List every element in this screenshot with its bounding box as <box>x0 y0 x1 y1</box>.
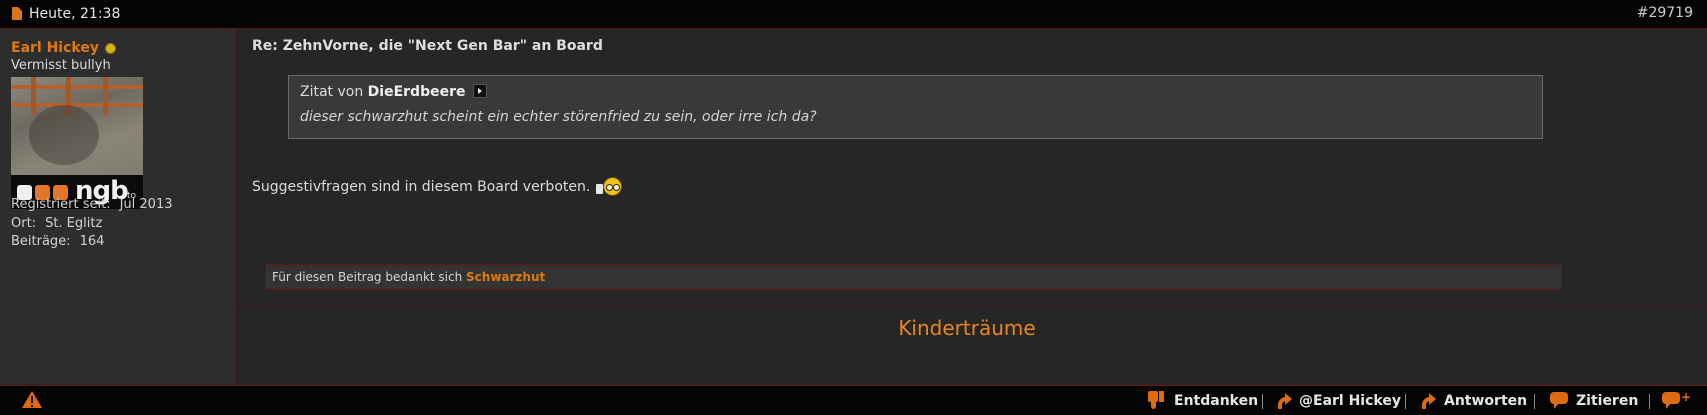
view-post-arrow-icon[interactable] <box>472 84 487 98</box>
action-separator <box>1649 394 1650 409</box>
action-separator <box>1534 394 1535 409</box>
author-sidebar: Earl Hickey Vermisst bullyh ngb to Regis… <box>0 29 237 384</box>
mention-author-button[interactable]: @Earl Hickey <box>1276 391 1401 411</box>
quote-prefix: Zitat von <box>300 84 364 100</box>
unthank-label: Entdanken <box>1174 393 1259 409</box>
thanks-text: Für diesen Beitrag bedankt sich Schwarzh… <box>272 270 546 284</box>
quote-button[interactable]: Zitieren <box>1550 391 1646 411</box>
reply-arrow-icon <box>1276 393 1292 409</box>
post-content: Re: ZehnVorne, die "Next Gen Bar" an Boa… <box>237 29 1707 384</box>
author-title: Vermisst bullyh <box>11 58 111 73</box>
action-separator <box>1262 394 1263 409</box>
multiquote-button[interactable]: + <box>1662 391 1694 411</box>
info-location: Ort: St. Eglitz <box>11 216 103 231</box>
reply-button[interactable]: Antworten <box>1420 391 1530 411</box>
post-title: Re: ZehnVorne, die "Next Gen Bar" an Boa… <box>252 38 603 54</box>
quote-header: Zitat von DieErdbeere <box>300 84 487 100</box>
quote-text: dieser schwarzhut scheint ein echter stö… <box>300 109 817 125</box>
document-icon <box>12 7 22 20</box>
quote-box: Zitat von DieErdbeere dieser schwarzhut … <box>288 75 1543 139</box>
mention-label: @Earl Hickey <box>1299 393 1401 409</box>
avatar[interactable]: ngb to <box>11 77 143 209</box>
unthank-button[interactable]: Entdanken <box>1148 391 1258 411</box>
thanks-bar: Für diesen Beitrag bedankt sich Schwarzh… <box>265 264 1562 290</box>
reply-label: Antworten <box>1444 393 1528 409</box>
post-date: Heute, 21:38 <box>29 6 121 22</box>
post-action-bar: Entdanken @Earl Hickey Antworten Zitiere… <box>0 385 1707 415</box>
signature-divider <box>237 306 1707 307</box>
signature: Kinderträume <box>898 316 1036 340</box>
post-body: Suggestivfragen sind in diesem Board ver… <box>252 175 623 196</box>
thanks-user-link[interactable]: Schwarzhut <box>466 270 545 284</box>
post-number-link[interactable]: #29719 <box>1637 5 1693 21</box>
author-username[interactable]: Earl Hickey <box>11 40 99 56</box>
online-status-icon <box>105 43 116 54</box>
quote-label: Zitieren <box>1576 393 1639 409</box>
info-registered: Registriert seit: Jul 2013 <box>11 197 173 212</box>
smoking-smiley-icon <box>595 175 623 196</box>
action-separator <box>1405 394 1406 409</box>
quote-author: DieErdbeere <box>367 84 466 100</box>
post-header-bar: Heute, 21:38 #29719 <box>0 0 1707 29</box>
thumbs-down-icon <box>1148 391 1164 409</box>
speech-bubble-icon <box>1550 392 1568 410</box>
post-body-text: Suggestivfragen sind in diesem Board ver… <box>252 179 591 195</box>
info-post-count: Beiträge: 164 <box>11 234 105 249</box>
reply-arrow-icon <box>1420 393 1436 409</box>
multiquote-plus-icon <box>1662 392 1680 410</box>
